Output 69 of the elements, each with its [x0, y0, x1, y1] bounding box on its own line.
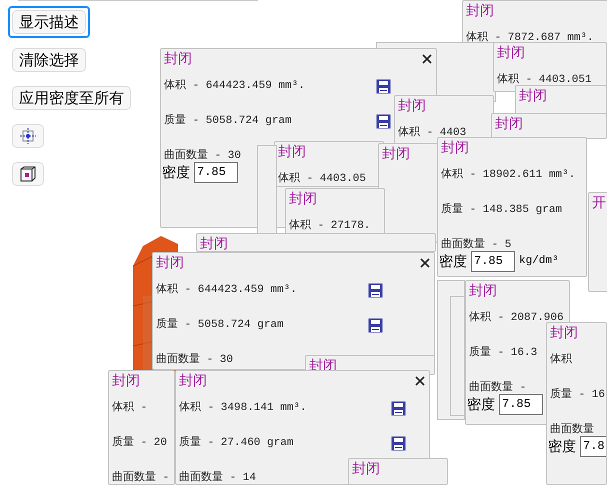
- panel-title: 封闭: [495, 115, 523, 133]
- property-text: 体积 - 27178.: [289, 219, 370, 233]
- density-label: 密度: [162, 164, 190, 180]
- property-text: 体积 - 3498.141 mm³.: [179, 401, 307, 415]
- close-icon[interactable]: [422, 54, 432, 64]
- property-text: 质量 - 20: [112, 436, 168, 450]
- property-text: 曲面数量: [550, 423, 594, 437]
- density-label: 密度: [467, 396, 495, 412]
- panel-title: 封闭: [179, 372, 207, 390]
- panel-title: 封闭: [497, 44, 525, 62]
- toolbar-button[interactable]: 应用密度至所有: [12, 86, 131, 110]
- panel-title: 封闭: [352, 460, 380, 478]
- property-text: 曲面数量 -: [469, 381, 526, 395]
- density-field[interactable]: 7.85: [471, 251, 515, 272]
- save-icon[interactable]: [376, 114, 391, 129]
- property-text: 体积: [550, 353, 572, 367]
- save-icon[interactable]: [391, 436, 406, 451]
- unit-label: kg/dm³: [519, 254, 559, 270]
- density-field[interactable]: 7.85: [499, 394, 543, 415]
- panel-title: 封闭: [156, 254, 184, 272]
- property-text: 体积 - 4403.051: [497, 73, 592, 87]
- density-field[interactable]: 7.8: [580, 436, 606, 457]
- property-text: 体积 -: [112, 401, 148, 415]
- panel-title: 封闭: [382, 145, 410, 163]
- toolbar-button[interactable]: [12, 124, 44, 148]
- property-text: 质量 - 5058.724 gram: [164, 114, 292, 128]
- density-label: 密度: [439, 254, 467, 270]
- property-text: 曲面数量 - 14: [179, 471, 256, 484]
- density-label: 密度: [548, 438, 576, 454]
- save-icon[interactable]: [376, 79, 391, 94]
- property-text: 曲面数量 - 30: [164, 149, 242, 163]
- property-text: 体积 - 2087.906: [469, 311, 564, 325]
- property-text: 体积 - 644423.459 mm³.: [156, 283, 297, 297]
- property-text: 曲面数量 -: [112, 471, 170, 484]
- panel-title: 封闭: [441, 139, 469, 157]
- cube-icon: [20, 166, 36, 182]
- close-icon[interactable]: [420, 258, 430, 268]
- panel-title: 封闭: [200, 235, 228, 251]
- save-icon[interactable]: [368, 318, 383, 333]
- density-field[interactable]: 7.85: [194, 162, 238, 183]
- property-text: 体积 - 4403.05: [278, 172, 366, 186]
- panel-title: 封闭: [398, 97, 426, 115]
- property-text: 体积 - 4403: [398, 126, 466, 140]
- panel-title: 封闭: [289, 190, 317, 208]
- panel-title: 封闭: [112, 372, 140, 390]
- property-text: 体积 - 644423.459 mm³.: [164, 79, 305, 93]
- property-text: 质量 - 27.460 gram: [179, 436, 294, 450]
- panel-title: 封闭: [278, 143, 306, 161]
- property-text: 曲面数量 - 30: [156, 353, 234, 367]
- property-text: 体积 - 18902.611 mm³.: [441, 168, 576, 182]
- panel-title: 封闭: [164, 50, 192, 68]
- panel-title: 封闭: [550, 324, 578, 342]
- panel-title: 封闭: [466, 2, 494, 20]
- close-icon[interactable]: [415, 376, 425, 386]
- property-text: 质量 - 16: [550, 388, 606, 402]
- panel-title: 封闭: [519, 87, 547, 105]
- panel-title: 开: [592, 194, 606, 212]
- toolbar-button[interactable]: 清除选择: [12, 48, 86, 72]
- crosshair-icon: [20, 128, 36, 144]
- save-icon[interactable]: [368, 283, 383, 298]
- property-text: 体积 - 7872.687 mm³.: [466, 31, 594, 44]
- property-text: 质量 - 148.385 gram: [441, 203, 562, 217]
- panel-title: 封闭: [469, 282, 497, 300]
- property-text: 曲面数量 - 5: [441, 238, 512, 252]
- toolbar-button[interactable]: 显示描述: [12, 10, 86, 34]
- property-text: 质量 - 16.3: [469, 346, 538, 360]
- property-text: 质量 - 5058.724 gram: [156, 318, 284, 332]
- toolbar-button[interactable]: [12, 162, 44, 186]
- save-icon[interactable]: [391, 401, 406, 416]
